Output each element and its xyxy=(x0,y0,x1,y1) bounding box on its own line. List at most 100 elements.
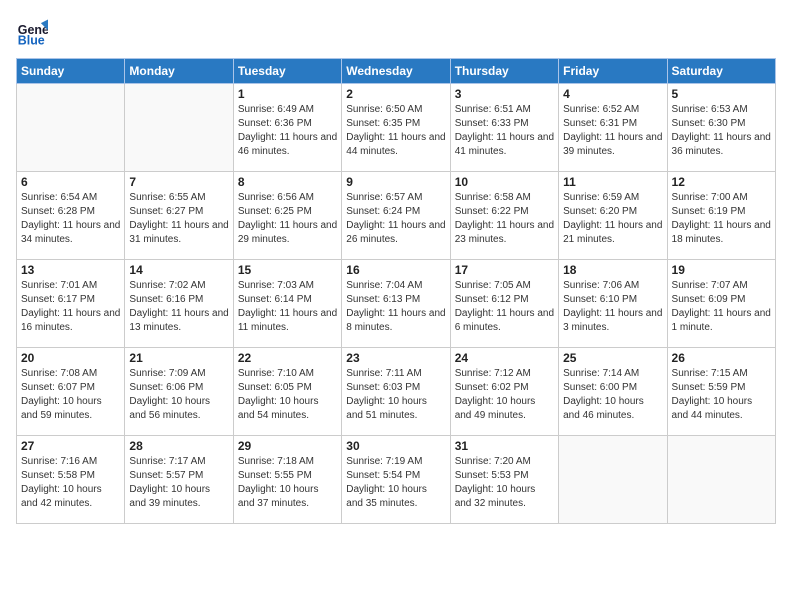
day-number: 14 xyxy=(129,263,228,277)
day-header-sunday: Sunday xyxy=(17,59,125,84)
day-info: Sunrise: 7:17 AM Sunset: 5:57 PM Dayligh… xyxy=(129,455,228,511)
page-header: General Blue xyxy=(16,16,776,48)
day-number: 17 xyxy=(455,263,554,277)
week-row-3: 13Sunrise: 7:01 AM Sunset: 6:17 PM Dayli… xyxy=(17,260,776,348)
calendar-cell: 14 Sunrise: 7:02 AM Sunset: 6:16 PM Dayli… xyxy=(125,260,233,348)
day-number: 20 xyxy=(21,351,120,365)
day-info: Sunrise: 6:56 AM Sunset: 6:25 PM Dayligh… xyxy=(238,191,337,247)
day-number: 28 xyxy=(129,439,228,453)
logo-icon: General Blue xyxy=(16,16,48,48)
day-number: 19 xyxy=(672,263,771,277)
day-number: 21 xyxy=(129,351,228,365)
calendar-cell: 4 Sunrise: 6:52 AM Sunset: 6:31 PM Daylig… xyxy=(559,84,667,172)
day-number: 6 xyxy=(21,175,120,189)
calendar-cell: 2 Sunrise: 6:50 AM Sunset: 6:35 PM Daylig… xyxy=(342,84,450,172)
day-header-friday: Friday xyxy=(559,59,667,84)
day-info: Sunrise: 6:51 AM Sunset: 6:33 PM Dayligh… xyxy=(455,103,554,159)
day-info: Sunrise: 6:53 AM Sunset: 6:30 PM Dayligh… xyxy=(672,103,771,159)
calendar-cell: 31 Sunrise: 7:20 AM Sunset: 5:53 PM Dayli… xyxy=(450,436,558,524)
svg-text:Blue: Blue xyxy=(18,33,45,47)
calendar-cell: 17Sunrise: 7:05 AM Sunset: 6:12 PM Dayli… xyxy=(450,260,558,348)
calendar-cell: 29 Sunrise: 7:18 AM Sunset: 5:55 PM Dayli… xyxy=(233,436,341,524)
day-info: Sunrise: 7:19 AM Sunset: 5:54 PM Dayligh… xyxy=(346,455,445,511)
day-number: 7 xyxy=(129,175,228,189)
calendar-cell: 25 Sunrise: 7:14 AM Sunset: 6:00 PM Dayli… xyxy=(559,348,667,436)
calendar-cell: 7 Sunrise: 6:55 AM Sunset: 6:27 PM Daylig… xyxy=(125,172,233,260)
calendar-cell: 26 Sunrise: 7:15 AM Sunset: 5:59 PM Dayli… xyxy=(667,348,775,436)
calendar-cell: 12 Sunrise: 7:00 AM Sunset: 6:19 PM Dayli… xyxy=(667,172,775,260)
day-info: Sunrise: 6:57 AM Sunset: 6:24 PM Dayligh… xyxy=(346,191,445,247)
day-number: 3 xyxy=(455,87,554,101)
day-number: 10 xyxy=(455,175,554,189)
day-number: 8 xyxy=(238,175,337,189)
calendar-cell: 5Sunrise: 6:53 AM Sunset: 6:30 PM Daylig… xyxy=(667,84,775,172)
day-number: 24 xyxy=(455,351,554,365)
calendar-header-row: SundayMondayTuesdayWednesdayThursdayFrid… xyxy=(17,59,776,84)
calendar-cell: 24 Sunrise: 7:12 AM Sunset: 6:02 PM Dayli… xyxy=(450,348,558,436)
day-number: 9 xyxy=(346,175,445,189)
day-number: 11 xyxy=(563,175,662,189)
day-info: Sunrise: 6:58 AM Sunset: 6:22 PM Dayligh… xyxy=(455,191,554,247)
calendar-cell: 11 Sunrise: 6:59 AM Sunset: 6:20 PM Dayli… xyxy=(559,172,667,260)
day-info: Sunrise: 6:49 AM Sunset: 6:36 PM Dayligh… xyxy=(238,103,337,159)
day-header-saturday: Saturday xyxy=(667,59,775,84)
day-number: 25 xyxy=(563,351,662,365)
day-number: 23 xyxy=(346,351,445,365)
calendar-cell: 13Sunrise: 7:01 AM Sunset: 6:17 PM Dayli… xyxy=(17,260,125,348)
day-header-wednesday: Wednesday xyxy=(342,59,450,84)
day-number: 13 xyxy=(21,263,120,277)
calendar-cell: 15 Sunrise: 7:03 AM Sunset: 6:14 PM Dayli… xyxy=(233,260,341,348)
day-info: Sunrise: 7:09 AM Sunset: 6:06 PM Dayligh… xyxy=(129,367,228,423)
day-info: Sunrise: 7:18 AM Sunset: 5:55 PM Dayligh… xyxy=(238,455,337,511)
calendar-cell xyxy=(125,84,233,172)
calendar-cell: 19 Sunrise: 7:07 AM Sunset: 6:09 PM Dayli… xyxy=(667,260,775,348)
week-row-2: 6 Sunrise: 6:54 AM Sunset: 6:28 PM Daylig… xyxy=(17,172,776,260)
day-info: Sunrise: 7:03 AM Sunset: 6:14 PM Dayligh… xyxy=(238,279,337,335)
day-header-thursday: Thursday xyxy=(450,59,558,84)
day-number: 29 xyxy=(238,439,337,453)
week-row-1: 1Sunrise: 6:49 AM Sunset: 6:36 PM Daylig… xyxy=(17,84,776,172)
day-info: Sunrise: 6:52 AM Sunset: 6:31 PM Dayligh… xyxy=(563,103,662,159)
calendar-cell: 10 Sunrise: 6:58 AM Sunset: 6:22 PM Dayli… xyxy=(450,172,558,260)
day-info: Sunrise: 7:08 AM Sunset: 6:07 PM Dayligh… xyxy=(21,367,120,423)
calendar-cell: 28 Sunrise: 7:17 AM Sunset: 5:57 PM Dayli… xyxy=(125,436,233,524)
day-info: Sunrise: 6:55 AM Sunset: 6:27 PM Dayligh… xyxy=(129,191,228,247)
calendar-cell: 6 Sunrise: 6:54 AM Sunset: 6:28 PM Daylig… xyxy=(17,172,125,260)
day-info: Sunrise: 7:16 AM Sunset: 5:58 PM Dayligh… xyxy=(21,455,120,511)
day-info: Sunrise: 7:04 AM Sunset: 6:13 PM Dayligh… xyxy=(346,279,445,335)
day-info: Sunrise: 7:07 AM Sunset: 6:09 PM Dayligh… xyxy=(672,279,771,335)
day-info: Sunrise: 6:50 AM Sunset: 6:35 PM Dayligh… xyxy=(346,103,445,159)
day-info: Sunrise: 7:12 AM Sunset: 6:02 PM Dayligh… xyxy=(455,367,554,423)
day-info: Sunrise: 6:59 AM Sunset: 6:20 PM Dayligh… xyxy=(563,191,662,247)
day-number: 12 xyxy=(672,175,771,189)
day-number: 4 xyxy=(563,87,662,101)
day-info: Sunrise: 7:10 AM Sunset: 6:05 PM Dayligh… xyxy=(238,367,337,423)
day-info: Sunrise: 7:00 AM Sunset: 6:19 PM Dayligh… xyxy=(672,191,771,247)
day-info: Sunrise: 7:14 AM Sunset: 6:00 PM Dayligh… xyxy=(563,367,662,423)
day-number: 15 xyxy=(238,263,337,277)
day-info: Sunrise: 7:20 AM Sunset: 5:53 PM Dayligh… xyxy=(455,455,554,511)
calendar-cell: 30Sunrise: 7:19 AM Sunset: 5:54 PM Dayli… xyxy=(342,436,450,524)
calendar-cell: 27 Sunrise: 7:16 AM Sunset: 5:58 PM Dayli… xyxy=(17,436,125,524)
day-header-tuesday: Tuesday xyxy=(233,59,341,84)
day-info: Sunrise: 7:11 AM Sunset: 6:03 PM Dayligh… xyxy=(346,367,445,423)
calendar-cell: 8 Sunrise: 6:56 AM Sunset: 6:25 PM Daylig… xyxy=(233,172,341,260)
day-info: Sunrise: 7:15 AM Sunset: 5:59 PM Dayligh… xyxy=(672,367,771,423)
calendar-cell xyxy=(17,84,125,172)
day-info: Sunrise: 6:54 AM Sunset: 6:28 PM Dayligh… xyxy=(21,191,120,247)
calendar-cell xyxy=(559,436,667,524)
day-number: 27 xyxy=(21,439,120,453)
day-number: 31 xyxy=(455,439,554,453)
calendar-cell: 23 Sunrise: 7:11 AM Sunset: 6:03 PM Dayli… xyxy=(342,348,450,436)
calendar-cell: 1Sunrise: 6:49 AM Sunset: 6:36 PM Daylig… xyxy=(233,84,341,172)
week-row-4: 20 Sunrise: 7:08 AM Sunset: 6:07 PM Dayli… xyxy=(17,348,776,436)
calendar-cell: 22 Sunrise: 7:10 AM Sunset: 6:05 PM Dayli… xyxy=(233,348,341,436)
calendar-cell: 16Sunrise: 7:04 AM Sunset: 6:13 PM Dayli… xyxy=(342,260,450,348)
day-number: 22 xyxy=(238,351,337,365)
day-number: 18 xyxy=(563,263,662,277)
calendar-cell: 18Sunrise: 7:06 AM Sunset: 6:10 PM Dayli… xyxy=(559,260,667,348)
day-number: 2 xyxy=(346,87,445,101)
day-number: 26 xyxy=(672,351,771,365)
day-info: Sunrise: 7:02 AM Sunset: 6:16 PM Dayligh… xyxy=(129,279,228,335)
calendar-cell: 3 Sunrise: 6:51 AM Sunset: 6:33 PM Daylig… xyxy=(450,84,558,172)
